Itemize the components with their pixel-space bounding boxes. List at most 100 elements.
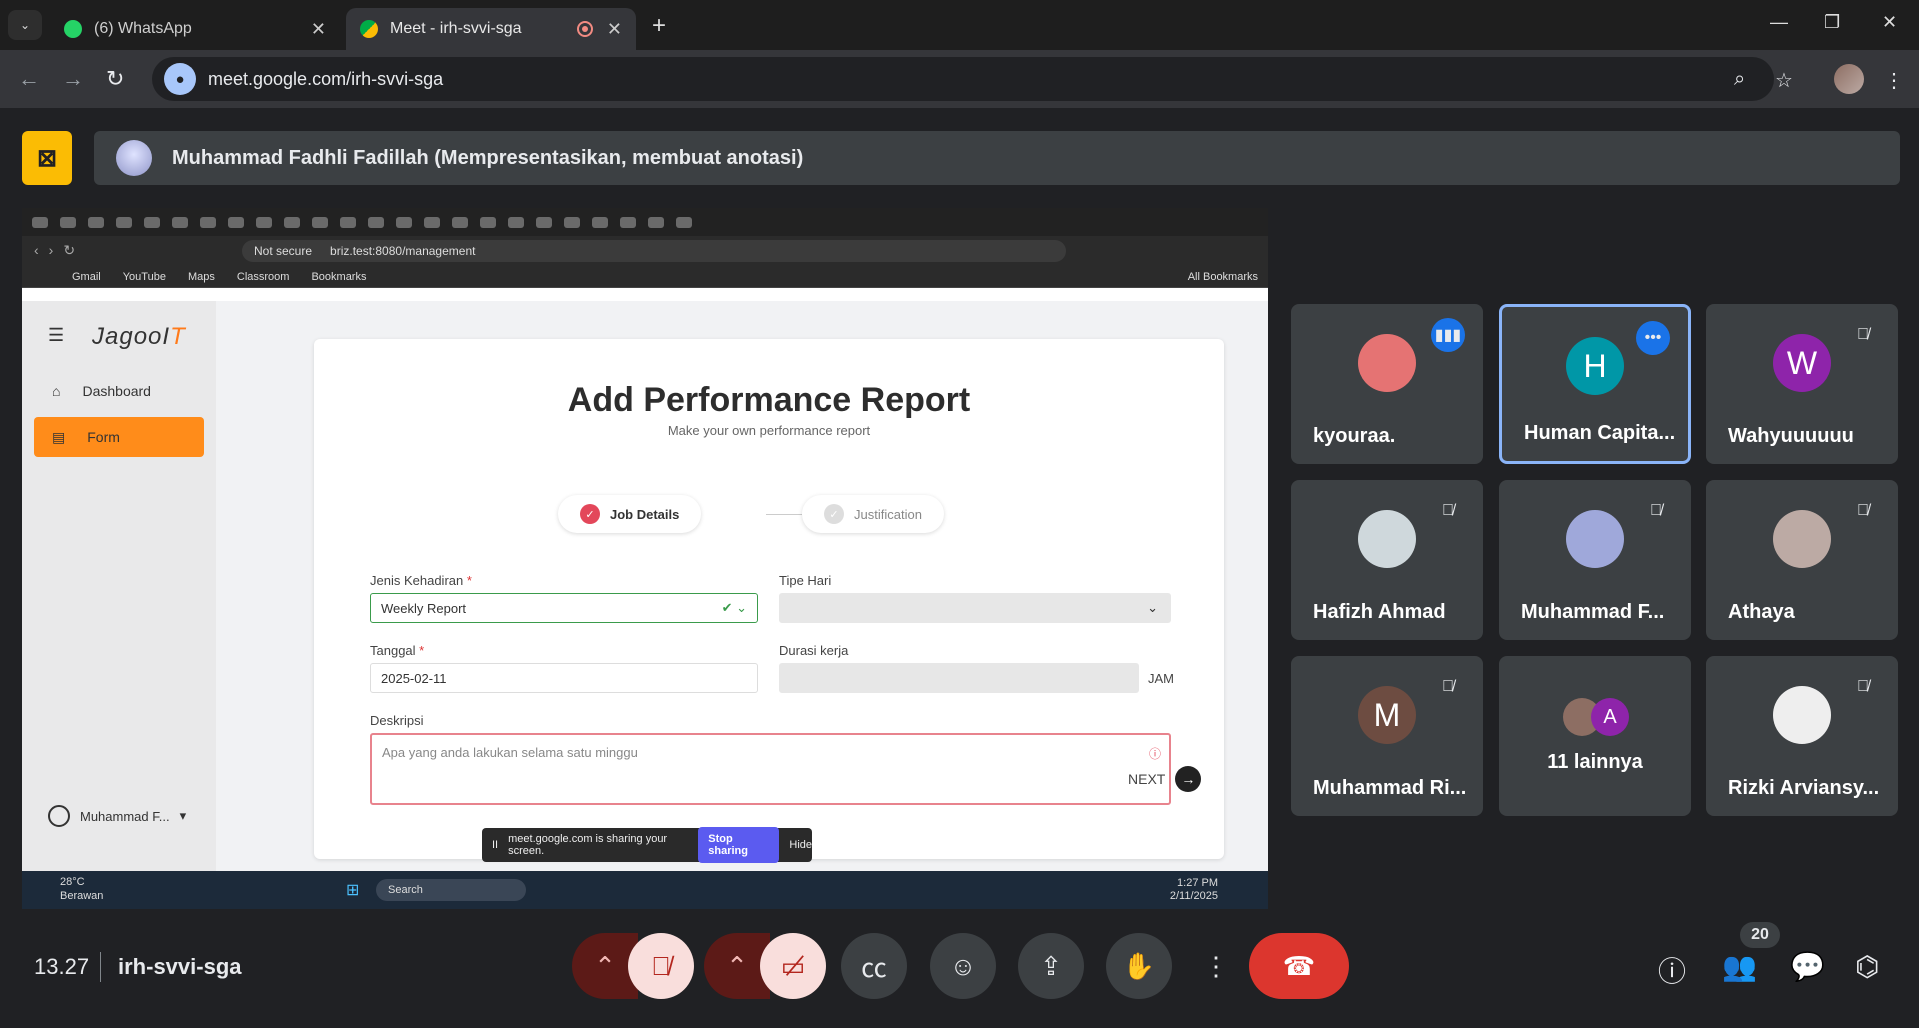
participant-tile-hafizh-ahmad[interactable]: 🎙̸ Hafizh Ahmad	[1291, 480, 1483, 640]
participant-name: Rizki Arviansy...	[1728, 777, 1880, 799]
people-icon[interactable]: 👥	[1722, 950, 1757, 983]
shared-url: briz.test:8080/management	[330, 244, 476, 258]
tab-icon	[88, 216, 104, 228]
hamburger-icon: ☰	[48, 325, 65, 345]
participant-tile-human-capital[interactable]: H ••• Human Capita...	[1499, 304, 1691, 464]
tipe-hari-label: Tipe Hari	[779, 573, 832, 588]
microphone-toggle-button[interactable]: 🎙̸	[628, 933, 694, 999]
participant-count-badge: 20	[1740, 922, 1780, 948]
select-value: Weekly Report	[381, 600, 467, 616]
address-bar[interactable]: ● meet.google.com/irh-svvi-sga	[152, 57, 1774, 101]
raise-hand-button[interactable]: ✋	[1106, 933, 1172, 999]
tab-icon	[172, 216, 188, 228]
chat-icon[interactable]: 💬	[1790, 950, 1825, 983]
shared-nav-icons: ‹›↻	[34, 242, 86, 258]
participant-tile-others[interactable]: A 11 lainnya	[1499, 656, 1691, 816]
avatar	[1773, 510, 1831, 568]
taskbar-search-label: Search	[388, 884, 423, 896]
leave-call-button[interactable]: ☎	[1249, 933, 1349, 999]
participant-tile-kyouraa[interactable]: ▮▮▮ kyouraa.	[1291, 304, 1483, 464]
emoji-reaction-button[interactable]: ☺	[930, 933, 996, 999]
avatar: W	[1773, 334, 1831, 392]
present-screen-button[interactable]: ⇪	[1018, 933, 1084, 999]
new-tab-button[interactable]: +	[652, 12, 666, 40]
reload-button[interactable]: ↻	[106, 66, 124, 92]
tab-icon	[536, 216, 552, 228]
captions-button[interactable]: ㏄	[841, 933, 907, 999]
participant-tile-rizki[interactable]: 🎙̸ Rizki Arviansy...	[1706, 656, 1898, 816]
tab-title: (6) WhatsApp	[94, 20, 192, 37]
shared-address-row: ‹›↻ Not secure briz.test:8080/management	[22, 236, 1268, 266]
chevron-down-icon: ⌄	[1147, 600, 1158, 615]
tab-search-dropdown[interactable]: ⌄	[8, 10, 42, 40]
weather-label: Berawan	[60, 890, 104, 902]
zoom-icon[interactable]: ⌕	[1734, 68, 1745, 91]
step-connector	[766, 514, 802, 515]
participant-tile-wahyuuuuuu[interactable]: W 🎙̸ Wahyuuuuuu	[1706, 304, 1898, 464]
forward-button[interactable]: →	[62, 66, 84, 92]
restore-button[interactable]: ❐	[1824, 12, 1840, 33]
logo-accent: T	[170, 323, 186, 350]
avatar: A	[1591, 698, 1629, 736]
avatar	[1358, 334, 1416, 392]
mic-off-icon: 🎙̸	[1857, 326, 1869, 343]
participant-name: Wahyuuuuuu	[1728, 425, 1854, 447]
tab-icon	[508, 216, 524, 228]
activities-icon[interactable]: ⌬	[1855, 950, 1879, 983]
required-mark: *	[419, 643, 425, 658]
camera-toggle-button[interactable]: ▭̸	[760, 933, 826, 999]
tab-icon	[200, 216, 216, 228]
browser-tabbar: ⌄ (6) WhatsApp ✕ Meet - irh-svvi-sga ✕ +…	[0, 0, 1919, 50]
next-button: NEXT →	[1128, 766, 1202, 792]
app-user-name: Muhammad F...	[80, 808, 170, 824]
avatar	[1773, 686, 1831, 744]
meeting-info-icon[interactable]: ⓘ	[1658, 950, 1686, 990]
shared-tabstrip	[22, 208, 1268, 236]
presenter-avatar	[116, 140, 152, 176]
tanggal-input: 2025-02-11	[370, 663, 758, 693]
mic-off-icon: 🎙̸	[1650, 502, 1662, 519]
step-label: Job Details	[610, 506, 680, 522]
tab-icon	[480, 216, 496, 228]
tab-whatsapp[interactable]: (6) WhatsApp ✕	[50, 8, 340, 50]
presentation-icon[interactable]: ⊠	[22, 131, 72, 185]
url-text: meet.google.com/irh-svvi-sga	[208, 68, 444, 89]
participant-tile-athaya[interactable]: 🎙̸ Athaya	[1706, 480, 1898, 640]
tab-icon	[620, 216, 636, 228]
menu-icon[interactable]: ⋮	[1884, 68, 1904, 93]
textarea-placeholder: Apa yang anda lakukan selama satu minggu	[382, 745, 638, 760]
participant-name: Muhammad F...	[1521, 601, 1665, 623]
more-options-button[interactable]: ⋮	[1196, 933, 1236, 999]
jenis-kehadiran-select: Weekly Report ✔ ⌄	[370, 593, 758, 623]
required-mark: *	[466, 573, 472, 588]
app-sidebar: ☰ JagooIT ⌂ Dashboard ▤ Form Muhammad F.…	[22, 301, 216, 871]
avatar	[1566, 510, 1624, 568]
next-label: NEXT	[1128, 771, 1166, 787]
tab-icon	[564, 216, 580, 228]
tab-icon	[256, 216, 272, 228]
tab-icon	[340, 216, 356, 228]
participant-tile-muhammad-ri[interactable]: M 🎙̸ Muhammad Ri...	[1291, 656, 1483, 816]
bookmark-star-icon[interactable]: ☆	[1775, 68, 1793, 93]
tipe-hari-select: ⌄	[779, 593, 1171, 623]
close-icon[interactable]: ✕	[311, 19, 326, 40]
tab-icon	[60, 216, 76, 228]
form-title: Add Performance Report	[567, 381, 971, 419]
arrow-right-icon: →	[1175, 766, 1202, 792]
tab-meet[interactable]: Meet - irh-svvi-sga ✕	[346, 8, 636, 50]
back-button[interactable]: ←	[18, 66, 40, 92]
close-window-button[interactable]: ✕	[1882, 12, 1897, 33]
caret-down-icon: ▾	[179, 808, 187, 823]
minimize-button[interactable]: —	[1770, 12, 1788, 33]
bookmark-maps: Maps	[187, 270, 215, 283]
tab-icon	[312, 216, 328, 228]
sidebar-item-dashboard: ⌂ Dashboard	[34, 371, 204, 411]
bookmark-classroom: Classroom	[236, 270, 290, 283]
microphone-icon[interactable]: ●	[164, 63, 196, 95]
app-user-menu: Muhammad F... ▾	[48, 805, 186, 827]
profile-avatar[interactable]	[1834, 64, 1864, 94]
participant-tile-muhammad-f[interactable]: 🎙̸ Muhammad F...	[1499, 480, 1691, 640]
more-options-icon[interactable]: •••	[1636, 321, 1670, 355]
tab-title: Meet - irh-svvi-sga	[390, 20, 522, 37]
close-icon[interactable]: ✕	[607, 19, 622, 40]
